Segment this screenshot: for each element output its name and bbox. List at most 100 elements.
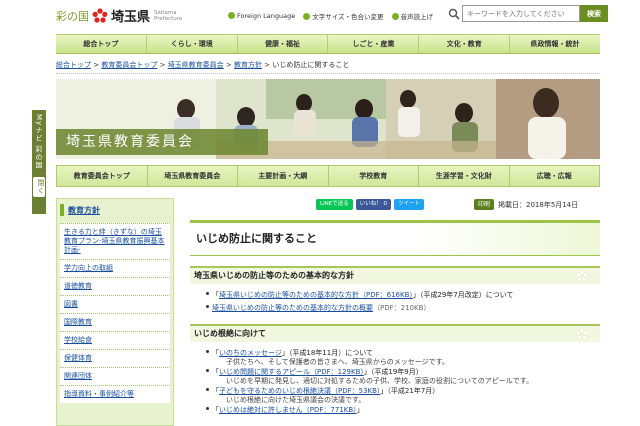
my-navi-label: Myナビ 彩の国 [35, 114, 43, 170]
print-and-date: 印刷 掲載日：2018年5月14日 [474, 199, 578, 210]
sidebar-item: 道徳教育 [60, 277, 170, 295]
sidebar-item: 保健体育 [60, 349, 170, 367]
policy-summary-link[interactable]: 埼玉県いじめの防止等のための基本的な方針の概要 [212, 304, 373, 312]
sidebar-link-lunch[interactable]: 学校給食 [64, 336, 166, 345]
search-input[interactable] [462, 5, 580, 22]
logo-nickname: 彩の国 [56, 9, 89, 23]
gnav-health[interactable]: 健康・福祉 [238, 35, 329, 53]
sidebar-link-materials[interactable]: 指導資料・事例紹介等 [64, 390, 166, 399]
item-prefix: 「 [212, 406, 219, 414]
speaker-icon [391, 13, 399, 20]
basic-policy-pdf-link[interactable]: 埼玉県いじめの防止等のための基本的な方針（PDF：616KB） [219, 291, 413, 299]
hero-banner: 埼玉県教育委員会 [56, 79, 600, 159]
sidebar-link-international[interactable]: 国際教育 [64, 318, 166, 327]
appeal-pdf-link[interactable]: いじめ問題に関するアピール（PDF：129KB） [219, 368, 364, 376]
print-button[interactable]: 印刷 [474, 199, 495, 210]
list-item: 「いじめは絶対に許しません（PDF：771KB）」 [206, 406, 600, 415]
gnav-work[interactable]: しごと・産業 [328, 35, 420, 53]
read-aloud-link[interactable]: 音声読上げ [391, 11, 433, 21]
item-suffix: 」（平成19年9月） [363, 368, 423, 376]
breadcrumb-separator: > [159, 61, 166, 69]
gnav-top[interactable]: 総合トップ [56, 35, 147, 53]
list-item: 「いのちのメッセージ」（平成18年11月）について [206, 349, 600, 358]
snav-plans[interactable]: 主要計画・大綱 [238, 166, 329, 186]
flower-decoration-icon [576, 328, 588, 340]
sidebar-item: 学力向上の取組 [60, 259, 170, 277]
life-message-link[interactable]: いのちのメッセージ [219, 349, 282, 357]
breadcrumb-current: いじめ防止に関すること [272, 61, 350, 69]
local-nav-sidebar: 教育方針 生きる力と絆（きずな）の埼玉教育プラン-埼玉県教育振興基本計画- 学力… [56, 198, 174, 426]
bullet-icon [206, 350, 209, 353]
sidebar-heading-link[interactable]: 教育方針 [68, 205, 100, 216]
sidebar-link-academic[interactable]: 学力向上の取組 [64, 264, 166, 273]
breadcrumb-link-top[interactable]: 総合トップ [56, 61, 91, 69]
breadcrumb-link-policy[interactable]: 教育方針 [234, 61, 262, 69]
section-heading-eradication: いじめ根絶に向けて [190, 324, 600, 342]
item-suffix: 」（平成18年11月）について [281, 349, 373, 357]
gnav-living[interactable]: くらし・環境 [147, 35, 238, 53]
sidebar-item: 図書 [60, 295, 170, 313]
item-prefix: 「 [212, 349, 219, 357]
gnav-culture[interactable]: 文化・教育 [419, 35, 511, 53]
text-size-icon [303, 13, 311, 20]
list-item-note: いじめを早期に発見し、適切に対処するための子供、学校、家庭の役割についてのアピー… [206, 377, 600, 386]
sidebar-link-plan[interactable]: 生きる力と絆（きずな）の埼玉教育プラン-埼玉県教育振興基本計画- [64, 228, 166, 255]
breadcrumb-link-board[interactable]: 埼玉県教育委員会 [168, 61, 224, 69]
snav-board[interactable]: 埼玉県教育委員会 [148, 166, 238, 186]
flower-decoration-icon [576, 270, 588, 282]
snav-pr[interactable]: 広聴・広報 [510, 166, 600, 186]
sidebar-link-library[interactable]: 図書 [64, 300, 166, 309]
sidebar-link-pe[interactable]: 保健体育 [64, 354, 166, 363]
sidebar-item: 学校給食 [60, 331, 170, 349]
breadcrumb: 総合トップ > 教育委員会トップ > 埼玉県教育委員会 > 教育方針 > いじめ… [56, 60, 349, 70]
logo-prefecture-name: 埼玉県 [111, 10, 151, 25]
sidebar-item: 指導資料・事例紹介等 [60, 385, 170, 403]
share-buttons: LINEで送る いいね！ 0 ツイート [316, 199, 425, 210]
snav-school[interactable]: 学校教育 [329, 166, 419, 186]
section-nav: 教育委員会トップ 埼玉県教育委員会 主要計画・大綱 学校教育 生涯学習・文化財 … [56, 165, 600, 187]
list-item: 「いじめ問題に関するアピール（PDF：129KB）」（平成19年9月） [206, 368, 600, 377]
facebook-like-button[interactable]: いいね！ 0 [355, 199, 392, 210]
my-navi-tab[interactable]: Myナビ 彩の国 閉く [32, 110, 46, 214]
bullet-icon [206, 292, 209, 295]
sidebar-item: 関連団体 [60, 367, 170, 385]
breadcrumb-separator: > [264, 61, 271, 69]
eradication-list: 「いのちのメッセージ」（平成18年11月）について 子供たちへ、そして保護者の皆… [206, 349, 600, 415]
item-prefix: 「 [212, 368, 219, 376]
text-size-label: 文字サイズ・色合い変更 [312, 13, 384, 21]
site-search: 検索 [448, 5, 608, 22]
banner-title: 埼玉県教育委員会 [56, 129, 268, 155]
item-prefix: 「 [212, 387, 219, 395]
my-navi-open-button[interactable]: 閉く [33, 177, 45, 198]
sidebar-list: 生きる力と絆（きずな）の埼玉教育プラン-埼玉県教育振興基本計画- 学力向上の取組… [57, 223, 173, 403]
utility-links: Foreign Language 文字サイズ・色合い変更 音声読上げ [228, 11, 433, 21]
breadcrumb-separator: > [93, 61, 100, 69]
line-share-button[interactable]: LINEで送る [316, 199, 353, 210]
never-allow-pdf-link[interactable]: いじめは絶対に許しません（PDF：771KB） [219, 406, 357, 414]
snav-board-top[interactable]: 教育委員会トップ [57, 166, 148, 186]
logo-roman: Saitama Prefecture [154, 10, 182, 22]
breadcrumb-separator: > [225, 61, 232, 69]
search-button[interactable]: 検索 [580, 5, 608, 22]
bullet-icon [206, 304, 209, 308]
site-logo[interactable]: 彩の国 埼玉県 Saitama Prefecture [56, 6, 182, 25]
item-prefix: 「 [212, 291, 219, 299]
sidebar-link-moral[interactable]: 道徳教育 [64, 282, 166, 291]
gnav-government[interactable]: 県政情報・統計 [510, 35, 600, 53]
tweet-button[interactable]: ツイート [394, 199, 425, 210]
sidebar-link-orgs[interactable]: 関連団体 [64, 372, 166, 381]
bullet-icon [206, 407, 209, 410]
sidebar-heading: 教育方針 [60, 204, 100, 216]
item-suffix: 」（平成21年7月） [380, 387, 440, 395]
breadcrumb-link-board-top[interactable]: 教育委員会トップ [101, 61, 157, 69]
foreign-language-link[interactable]: Foreign Language [228, 12, 295, 20]
item-note: 子供たちへ、そして保護者の皆さまへ、埼玉県からのメッセージです。 [226, 357, 449, 366]
page-title-box: いじめ防止に関すること [190, 220, 600, 256]
breadcrumb-divider [56, 73, 600, 74]
resolution-pdf-link[interactable]: 子どもを守るためのいじめ根絶決議（PDF：53KB） [219, 387, 380, 395]
section-heading-text: いじめ根絶に向けて [194, 329, 266, 338]
publish-date: 掲載日：2018年5月14日 [498, 200, 579, 209]
snav-lifelong[interactable]: 生涯学習・文化財 [419, 166, 510, 186]
text-size-link[interactable]: 文字サイズ・色合い変更 [303, 11, 384, 21]
globe-icon [228, 12, 235, 19]
